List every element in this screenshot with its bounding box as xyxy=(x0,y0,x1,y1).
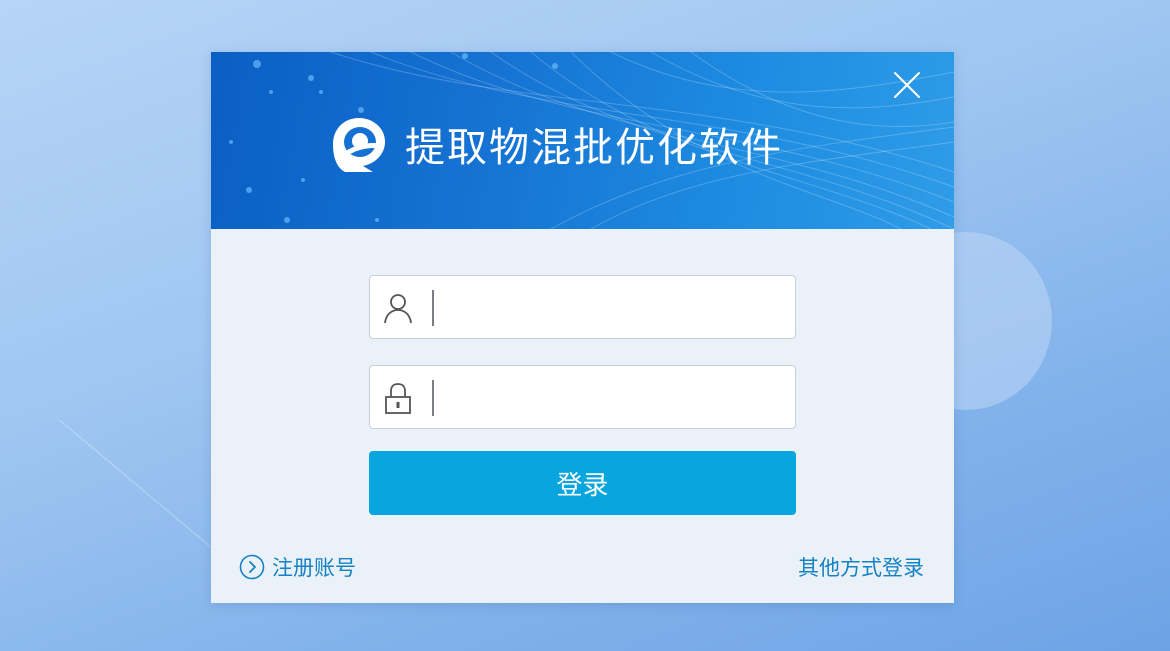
other-login-link[interactable]: 其他方式登录 xyxy=(798,552,924,582)
dialog-banner: 提取物混批优化软件 xyxy=(211,52,954,229)
app-title: 提取物混批优化软件 xyxy=(405,125,783,171)
register-label: 注册账号 xyxy=(272,556,356,580)
field-divider xyxy=(432,290,434,326)
username-field[interactable] xyxy=(369,275,796,339)
close-icon xyxy=(894,72,920,98)
password-field[interactable] xyxy=(369,365,796,429)
user-icon xyxy=(384,294,412,324)
login-button[interactable]: 登录 xyxy=(369,451,796,515)
background-line xyxy=(59,420,229,563)
lock-icon xyxy=(385,383,411,414)
field-divider xyxy=(432,380,434,416)
username-input[interactable] xyxy=(446,286,781,330)
password-input[interactable] xyxy=(446,376,781,420)
app-logo-icon xyxy=(333,118,385,172)
register-link[interactable]: 注册账号 xyxy=(239,552,356,582)
chevron-right-circle-icon xyxy=(239,554,265,580)
title-group: 提取物混批优化软件 xyxy=(327,114,783,174)
close-button[interactable] xyxy=(892,70,922,100)
login-dialog: 提取物混批优化软件 登录 注册账号 其他方式登录 xyxy=(211,52,954,603)
